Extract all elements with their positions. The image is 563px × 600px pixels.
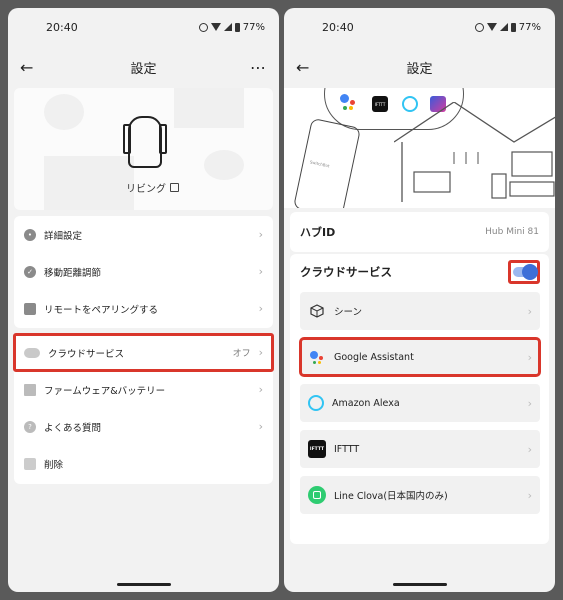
hub-id-label: ハブID — [300, 226, 336, 239]
nav-bar: ← 設定 — [284, 46, 555, 88]
menu-item-advanced-settings[interactable]: • 詳細設定 › — [14, 216, 273, 253]
right-phone-screen: 20:40 77% ← 設定 IFTTT SwitchBot ハブID Hub … — [284, 8, 555, 592]
alexa-icon — [308, 395, 324, 411]
cloud-service-card: クラウドサービス シーン › Google Assistant › Amazon… — [290, 254, 549, 544]
cloud-status-value: オフ — [232, 349, 251, 359]
chevron-right-icon: › — [258, 265, 263, 278]
home-indicator — [116, 583, 171, 586]
signal-icon — [223, 23, 232, 31]
chevron-right-icon: › — [527, 488, 532, 502]
device-hero: リビング — [14, 88, 273, 210]
settings-menu-group-1: • 詳細設定 › ✓ 移動距離調節 › リモートをペアリングする › — [14, 216, 273, 328]
battery-level: 77% — [518, 21, 541, 33]
chevron-right-icon: › — [258, 346, 263, 359]
dnd-icon — [198, 22, 208, 32]
help-icon: ? — [24, 420, 36, 433]
service-item-scene[interactable]: シーン › — [300, 292, 540, 330]
service-item-ifttt[interactable]: IFTTT IFTTT › — [300, 430, 540, 468]
status-time: 20:40 — [322, 20, 354, 34]
service-item-google-assistant[interactable]: Google Assistant › — [299, 337, 541, 377]
google-assistant-icon — [308, 348, 326, 366]
wifi-icon — [210, 23, 221, 31]
back-arrow-icon[interactable]: ← — [296, 58, 316, 77]
menu-item-pair-remote[interactable]: リモートをペアリングする › — [14, 290, 273, 327]
smart-home-illustration: IFTTT SwitchBot — [284, 88, 555, 208]
settings-menu-group-2: クラウドサービス オフ › ファームウェア&バッテリー › ? よくある質問 ›… — [13, 333, 274, 484]
battery-icon — [234, 22, 240, 32]
hub-id-row: ハブID Hub Mini 81 — [290, 212, 549, 252]
chevron-right-icon: › — [527, 396, 532, 410]
ifttt-logo-icon: IFTTT — [372, 96, 388, 112]
device-name: リビング — [126, 184, 166, 195]
settings-dot-icon: • — [24, 228, 36, 241]
nav-bar: ← 設定 ⋯ — [8, 46, 279, 88]
chevron-right-icon: › — [258, 383, 263, 396]
menu-item-distance-adjust[interactable]: ✓ 移動距離調節 › — [14, 253, 273, 290]
chevron-right-icon: › — [258, 228, 263, 241]
hub-id-value: Hub Mini 81 — [485, 227, 539, 237]
firmware-icon — [24, 383, 36, 396]
trash-icon — [24, 457, 36, 470]
menu-item-firmware-battery[interactable]: ファームウェア&バッテリー › — [14, 371, 273, 408]
check-icon: ✓ — [24, 265, 36, 278]
chevron-right-icon: › — [258, 302, 263, 315]
page-title: 設定 — [406, 61, 433, 77]
more-options-icon[interactable]: ⋯ — [247, 58, 267, 77]
chevron-right-icon: › — [527, 442, 532, 456]
ifttt-icon: IFTTT — [308, 440, 326, 458]
home-indicator — [392, 583, 447, 586]
signal-icon — [499, 23, 508, 31]
wifi-icon — [486, 23, 497, 31]
service-item-line-clova[interactable]: Line Clova(日本国内のみ) › — [300, 476, 540, 514]
left-phone-screen: 20:40 77% ← 設定 ⋯ リビング • 詳細設定 › ✓ 移動距離調節 … — [8, 8, 279, 592]
menu-item-delete[interactable]: 削除 — [14, 445, 273, 482]
cloud-service-title: クラウドサービス — [300, 265, 392, 279]
menu-item-cloud-service[interactable]: クラウドサービス オフ › — [13, 333, 274, 372]
status-bar: 20:40 77% — [8, 8, 279, 46]
chevron-right-icon: › — [527, 350, 532, 364]
google-assistant-logo-icon — [340, 94, 358, 112]
battery-icon — [510, 22, 516, 32]
back-arrow-icon[interactable]: ← — [20, 58, 40, 77]
clova-icon — [308, 486, 326, 504]
chevron-right-icon: › — [258, 420, 263, 433]
house-outline — [394, 102, 555, 202]
hub-device-icon — [123, 116, 167, 168]
edit-icon[interactable] — [170, 183, 179, 192]
chevron-right-icon: › — [527, 304, 532, 318]
remote-icon — [24, 302, 36, 315]
menu-item-faq[interactable]: ? よくある質問 › — [14, 408, 273, 445]
service-item-amazon-alexa[interactable]: Amazon Alexa › — [300, 384, 540, 422]
dnd-icon — [474, 22, 484, 32]
scene-icon — [308, 302, 326, 320]
battery-level: 77% — [242, 21, 265, 33]
status-time: 20:40 — [46, 20, 78, 34]
cloud-icon — [24, 347, 40, 358]
status-bar: 20:40 77% — [284, 8, 555, 46]
phone-sketch: SwitchBot — [292, 117, 362, 208]
page-title: 設定 — [130, 61, 157, 77]
cloud-service-toggle[interactable] — [508, 260, 540, 284]
